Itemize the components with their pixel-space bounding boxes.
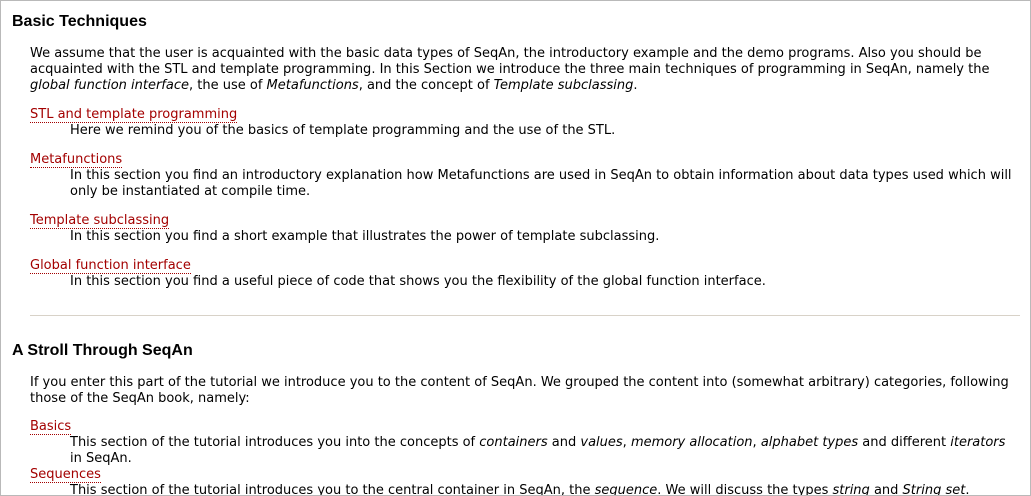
intro-text: We assume that the user is acquainted wi…	[30, 46, 990, 77]
desc-emphasis: alphabet types	[760, 435, 859, 450]
link-stl-template-programming[interactable]: STL and template programming	[30, 107, 238, 123]
definition-term: Template subclassing	[30, 213, 170, 229]
desc-text: in SeqAn.	[70, 451, 132, 466]
desc-text: and different	[858, 435, 951, 450]
intro-emphasis: Metafunctions	[266, 78, 359, 93]
definition-term: STL and template programming	[30, 107, 238, 123]
link-global-function-interface[interactable]: Global function interface	[30, 258, 191, 274]
desc-text: This section of the tutorial introduces …	[70, 483, 595, 495]
tutorial-page: Basic Techniques We assume that the user…	[1, 1, 1030, 495]
desc-text: and	[547, 435, 581, 450]
definition-desc: This section of the tutorial introduces …	[70, 435, 1018, 467]
link-metafunctions[interactable]: Metafunctions	[30, 152, 123, 168]
desc-emphasis: values	[580, 435, 623, 450]
section-title-stroll: A Stroll Through SeqAn	[12, 342, 193, 359]
desc-emphasis: String set	[902, 483, 966, 495]
link-sequences[interactable]: Sequences	[30, 467, 101, 483]
desc-emphasis: containers	[479, 435, 548, 450]
intro-text: , the use of	[189, 78, 267, 93]
definition-term: Basics	[30, 419, 72, 435]
desc-emphasis: iterators	[950, 435, 1006, 450]
desc-emphasis: string	[832, 483, 870, 495]
intro-emphasis: global function interface	[30, 78, 189, 93]
intro-text: , and the concept of	[358, 78, 494, 93]
section-title-basic-techniques: Basic Techniques	[12, 13, 147, 30]
definition-desc: In this section you find a useful piece …	[70, 274, 766, 289]
desc-text: This section of the tutorial introduces …	[70, 435, 480, 450]
section-divider	[30, 315, 1020, 316]
desc-text: ,	[622, 435, 631, 450]
link-template-subclassing[interactable]: Template subclassing	[30, 213, 170, 229]
basic-techniques-intro: We assume that the user is acquainted wi…	[30, 46, 1018, 94]
definition-term: Global function interface	[30, 258, 191, 274]
desc-text: . We will discuss the types	[657, 483, 833, 495]
desc-emphasis: sequence	[594, 483, 658, 495]
definition-term: Metafunctions	[30, 152, 123, 168]
stroll-intro: If you enter this part of the tutorial w…	[30, 375, 1009, 406]
desc-text: .	[965, 483, 970, 495]
definition-term: Sequences	[30, 467, 101, 483]
intro-text: .	[633, 78, 638, 93]
desc-text: ,	[752, 435, 761, 450]
link-basics[interactable]: Basics	[30, 419, 72, 435]
definition-desc: In this section you find a short example…	[70, 229, 660, 244]
definition-desc: This section of the tutorial introduces …	[70, 483, 1018, 495]
desc-emphasis: memory allocation	[630, 435, 753, 450]
desc-text: and	[869, 483, 903, 495]
definition-desc: Here we remind you of the basics of temp…	[70, 123, 616, 138]
definition-desc: In this section you find an introductory…	[70, 168, 1012, 199]
intro-emphasis: Template subclassing	[493, 78, 634, 93]
